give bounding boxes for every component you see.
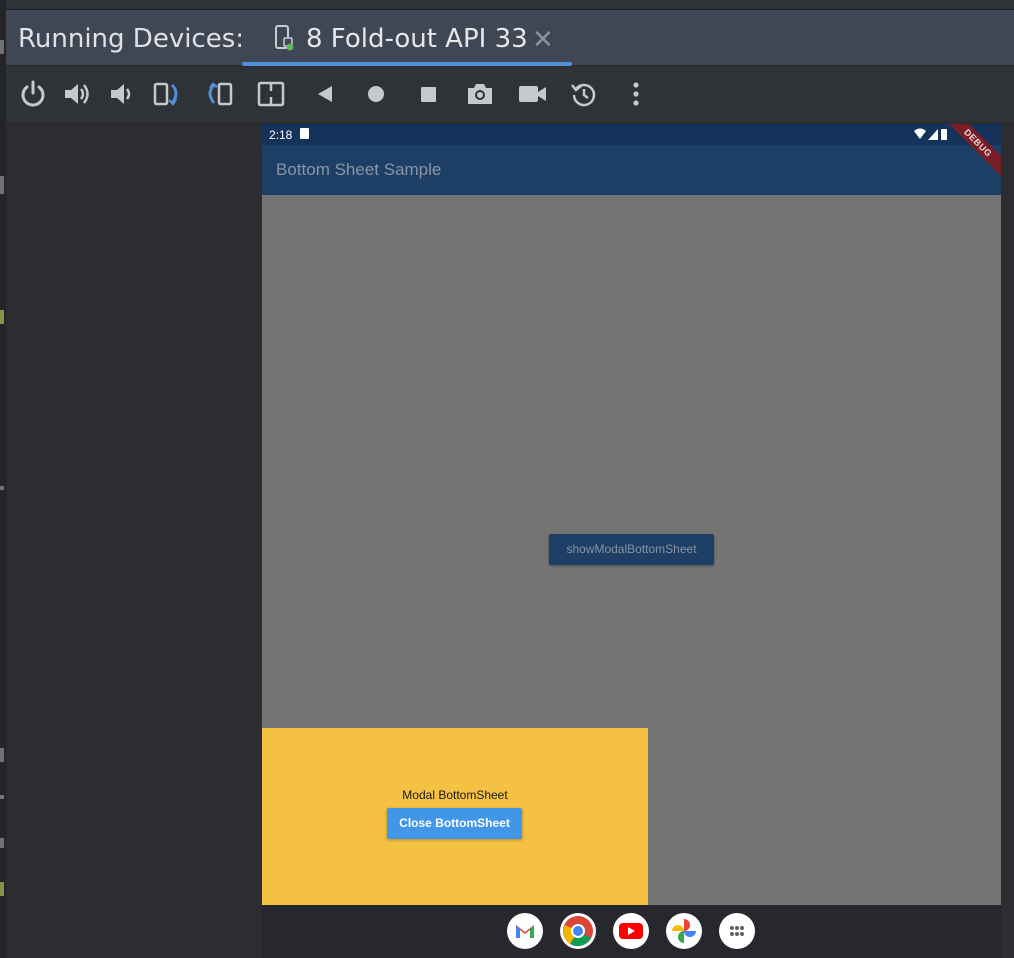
more-options-icon[interactable] xyxy=(621,79,651,109)
screen-record-icon[interactable] xyxy=(517,79,547,109)
sd-card-icon xyxy=(300,128,309,139)
show-modal-bottom-sheet-button[interactable]: showModalBottomSheet xyxy=(549,534,714,565)
rotate-right-icon[interactable] xyxy=(204,79,234,109)
chrome-icon[interactable] xyxy=(560,913,596,949)
fold-icon[interactable] xyxy=(256,79,286,109)
status-time: 2:18 xyxy=(269,128,293,142)
top-strip xyxy=(0,0,1014,10)
rotate-left-icon[interactable] xyxy=(152,79,182,109)
close-bottom-sheet-button[interactable]: Close BottomSheet xyxy=(387,808,522,839)
signal-icon xyxy=(928,129,938,140)
device-phone-icon xyxy=(274,24,294,52)
app-bar-title: Bottom Sheet Sample xyxy=(276,160,442,179)
tab-label: 8 Fold-out API 33 xyxy=(306,24,528,54)
volume-up-icon[interactable] xyxy=(62,79,92,109)
app-bar: Bottom Sheet Sample xyxy=(262,145,1001,195)
app-drawer-icon[interactable] xyxy=(719,913,755,949)
running-devices-tabbar: Running Devices: 8 Fold-out API 33 ✕ xyxy=(6,10,1014,66)
close-icon[interactable]: ✕ xyxy=(532,24,554,55)
volume-down-icon[interactable] xyxy=(106,79,136,109)
status-icons xyxy=(913,127,959,141)
wifi-icon xyxy=(914,128,926,139)
overview-icon[interactable] xyxy=(413,79,443,109)
android-status-bar: 2:18 xyxy=(262,124,1001,145)
power-icon[interactable] xyxy=(18,79,48,109)
device-toolbar xyxy=(6,67,1014,122)
emulator-screen[interactable]: 2:18 Bottom Sheet Sample DEBUG showModal… xyxy=(262,124,1001,958)
tool-window-title: Running Devices: xyxy=(18,24,245,54)
tab-selected-indicator xyxy=(242,62,572,66)
youtube-icon[interactable] xyxy=(613,913,649,949)
modal-bottom-sheet: Modal BottomSheet Close BottomSheet xyxy=(262,728,648,905)
gmail-icon[interactable] xyxy=(507,913,543,949)
screenshot-icon[interactable] xyxy=(465,79,495,109)
back-icon[interactable] xyxy=(310,79,340,109)
tab-fold-out-api-33[interactable]: 8 Fold-out API 33 ✕ xyxy=(242,10,572,66)
photos-icon[interactable] xyxy=(666,913,702,949)
battery-icon xyxy=(941,129,947,140)
home-icon[interactable] xyxy=(361,79,391,109)
taskbar-dock xyxy=(262,905,1001,958)
reset-icon[interactable] xyxy=(569,79,599,109)
ide-window: Running Devices: 8 Fold-out API 33 ✕ 2:1… xyxy=(0,0,1014,958)
bottom-sheet-message: Modal BottomSheet xyxy=(402,788,508,802)
